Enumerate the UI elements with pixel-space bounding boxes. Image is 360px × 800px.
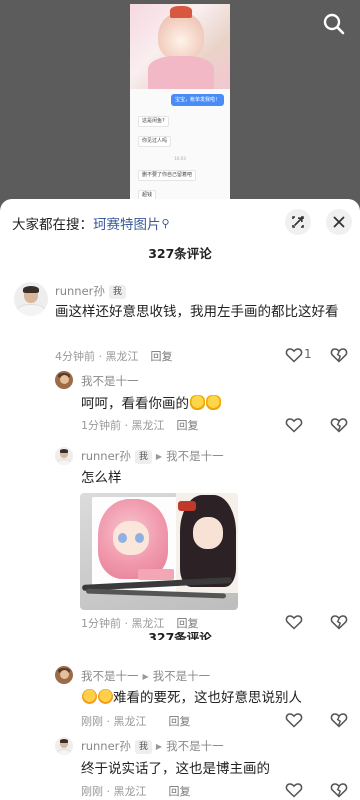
comment-username[interactable]: 我不是十一	[81, 373, 139, 389]
thumbs-up-emoji-icon	[190, 395, 205, 410]
comment-meta: 刚刚 · 黑龙江 回复	[81, 783, 191, 799]
floating-comment-count: 327条评论	[148, 632, 212, 640]
dislike-icon[interactable]	[330, 782, 348, 798]
reply-to-username[interactable]: 我不是十一	[166, 739, 224, 753]
dislike-icon[interactable]	[330, 712, 348, 728]
comment-meta: 4分钟前 · 黑龙江 回复	[55, 348, 173, 364]
comment-meta: 1分钟前 · 黑龙江 回复	[81, 417, 199, 433]
like-icon[interactable]	[285, 417, 303, 433]
avatar[interactable]	[14, 282, 48, 316]
reply-arrow-icon: ▶	[142, 672, 149, 681]
like-count: 1	[304, 347, 312, 361]
drawing-image	[130, 4, 230, 89]
video-frame: 宝宝，帐单发我啦！ 这是闲鱼? 你见过人吗 16:03 删不要了你自己留着吧 超…	[130, 4, 230, 205]
comment-time-location: 4分钟前 · 黑龙江	[55, 350, 139, 363]
comment-username[interactable]: runner孙我	[55, 283, 126, 299]
search-icon	[323, 13, 345, 35]
chat-bubble-left: 删不要了你自己留着吧	[138, 170, 197, 181]
comment-meta: 刚刚 · 黑龙江 回复	[81, 713, 191, 729]
crying-emoji-icon	[82, 689, 97, 704]
chat-bubble-right: 宝宝，帐单发我啦！	[170, 94, 224, 106]
author-badge: 我	[108, 285, 126, 299]
author-badge: 我	[134, 740, 152, 754]
reply-arrow-icon: ▶	[155, 452, 163, 461]
hot-search-link[interactable]: 珂赛特图片	[93, 217, 161, 233]
comment-text: 画这样还好意思收钱，我用左手画的都比这好看	[55, 304, 339, 320]
username-text: runner孙	[81, 449, 131, 463]
reply-arrow-icon: ▶	[155, 742, 163, 751]
avatar[interactable]	[55, 737, 73, 755]
thumbs-up-emoji-icon	[206, 395, 221, 410]
dislike-icon[interactable]	[330, 417, 348, 433]
comment-text-content: 呵呵，看看你画的	[81, 396, 189, 412]
hot-search-prefix: 大家都在搜：	[12, 217, 93, 233]
comment-username[interactable]: runner孙我 ▶ 我不是十一	[81, 448, 224, 464]
avatar[interactable]	[55, 666, 73, 684]
chat-bubble-left: 你见过人吗	[138, 136, 172, 147]
username-text: runner孙	[81, 739, 131, 753]
comment-text: 怎么样	[81, 470, 122, 486]
comment-meta: 1分钟前 · 黑龙江 回复	[81, 615, 199, 631]
hot-search-bar[interactable]: 大家都在搜：珂赛特图片⚲	[12, 213, 170, 233]
drawing-dress	[148, 56, 214, 89]
chat-time: 16:03	[174, 156, 186, 161]
author-badge: 我	[134, 450, 152, 464]
like-icon[interactable]	[285, 712, 303, 728]
dislike-icon[interactable]	[330, 347, 348, 363]
like-icon[interactable]	[285, 782, 303, 798]
like-icon[interactable]	[285, 347, 303, 363]
reply-button[interactable]: 回复	[169, 715, 191, 728]
comment-username[interactable]: runner孙我 ▶ 我不是十一	[81, 738, 224, 754]
expand-button[interactable]	[285, 209, 311, 235]
close-button[interactable]	[326, 209, 352, 235]
username-text: runner孙	[55, 284, 105, 298]
comment-time-location: 刚刚 · 黑龙江	[81, 785, 147, 798]
drawing-crown	[170, 6, 192, 18]
reply-button[interactable]: 回复	[177, 617, 199, 630]
chat-bubble-left: 这是闲鱼?	[138, 116, 169, 127]
dislike-icon[interactable]	[330, 614, 348, 630]
small-search-icon: ⚲	[161, 217, 170, 230]
avatar[interactable]	[55, 447, 73, 465]
expand-icon	[292, 216, 304, 228]
reply-button[interactable]: 回复	[151, 350, 173, 363]
like-icon[interactable]	[285, 614, 303, 630]
comment-time-location: 1分钟前 · 黑龙江	[81, 617, 165, 630]
reply-to-username[interactable]: 我不是十一	[153, 669, 211, 683]
comment-sheet: 大家都在搜：珂赛特图片⚲ 327条评论 runner孙我 画这样还好意思收钱，我…	[0, 199, 360, 800]
avatar[interactable]	[55, 371, 73, 389]
close-icon	[333, 216, 345, 228]
comment-text: 难看的要死，这也好意思说别人	[81, 687, 341, 709]
reply-to-username[interactable]: 我不是十一	[166, 449, 224, 463]
reply-button[interactable]: 回复	[169, 785, 191, 798]
comment-text: 呵呵，看看你画的	[81, 393, 331, 415]
drawing-hair	[158, 12, 204, 60]
comment-username[interactable]: 我不是十一 ▶ 我不是十一	[81, 668, 210, 684]
search-button[interactable]	[322, 12, 346, 36]
reply-button[interactable]: 回复	[177, 419, 199, 432]
comment-count: 327条评论	[148, 246, 212, 261]
username-text: 我不是十一	[81, 669, 139, 683]
comment-time-location: 刚刚 · 黑龙江	[81, 715, 147, 728]
comment-text: 终于说实话了，这也是博主画的	[81, 761, 270, 777]
comment-text-content: 难看的要死，这也好意思说别人	[113, 690, 302, 706]
video-background[interactable]: 宝宝，帐单发我啦！ 这是闲鱼? 你见过人吗 16:03 删不要了你自己留着吧 超…	[0, 0, 360, 205]
comment-time-location: 1分钟前 · 黑龙江	[81, 419, 165, 432]
comment-photo[interactable]	[80, 493, 238, 610]
crying-emoji-icon	[98, 689, 113, 704]
